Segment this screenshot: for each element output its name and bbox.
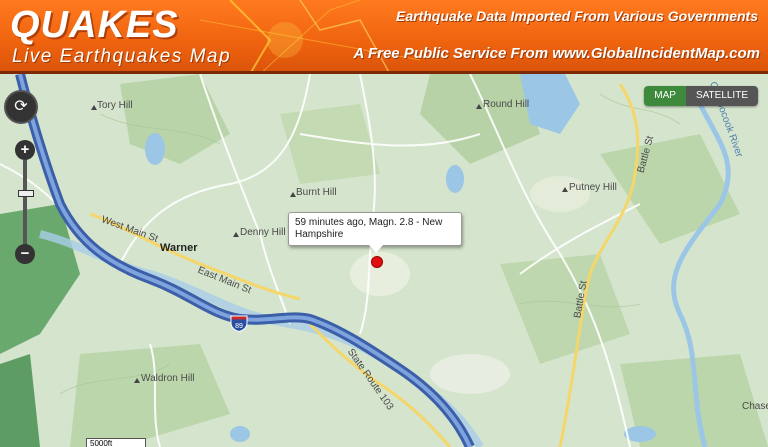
zoom-in-button[interactable]: + (15, 140, 35, 160)
map-scale-bar: 5000ft (86, 438, 146, 447)
map-type-map-button[interactable]: MAP (644, 86, 686, 106)
app-header: QUAKES Live Earthquakes Map Earthquake D… (0, 0, 768, 74)
peak-marker-round-hill (476, 104, 482, 109)
zoom-out-button[interactable]: − (15, 244, 35, 264)
header-tagline-bottom[interactable]: A Free Public Service From www.GlobalInc… (354, 45, 760, 62)
peak-marker-putney-hill (562, 187, 568, 192)
peak-marker-denny-hill (233, 232, 239, 237)
label-round-hill: Round Hill (483, 99, 530, 110)
label-burnt-hill: Burnt Hill (296, 187, 337, 198)
label-town-warner: Warner (160, 242, 198, 254)
brand-subtitle: Live Earthquakes Map (12, 46, 232, 67)
zoom-slider-track[interactable] (23, 160, 27, 246)
peak-marker-waldron-hill (134, 378, 140, 383)
label-chase: Chase (742, 401, 768, 412)
map-navigation-control: ⟳ + − (4, 90, 38, 264)
earthquake-marker-icon[interactable] (371, 256, 383, 268)
brand-title: QUAKES (10, 4, 179, 46)
earthquake-info-text: 59 minutes ago, Magn. 2.8 - New Hampshir… (295, 217, 443, 240)
map-type-toggle: MAP SATELLITE (644, 86, 758, 106)
interstate-shield-icon: 89 (230, 315, 248, 332)
label-denny-hill: Denny Hill (240, 227, 286, 238)
earthquake-info-popup: 59 minutes ago, Magn. 2.8 - New Hampshir… (288, 212, 462, 253)
pan-control-icon[interactable]: ⟳ (4, 90, 38, 124)
header-tagline-top: Earthquake Data Imported From Various Go… (395, 8, 758, 24)
map-type-satellite-button[interactable]: SATELLITE (685, 86, 758, 106)
zoom-control: + − (15, 140, 35, 268)
label-tory-hill: Tory Hill (97, 100, 133, 111)
label-waldron-hill: Waldron Hill (141, 373, 195, 384)
scale-label: 5000ft (90, 439, 113, 447)
label-putney-hill: Putney Hill (569, 182, 617, 193)
interstate-number: 89 (235, 323, 243, 330)
map-canvas[interactable]: Tory Hill Round Hill Burnt Hill Denny Hi… (0, 74, 768, 447)
zoom-slider-handle[interactable] (18, 190, 34, 197)
